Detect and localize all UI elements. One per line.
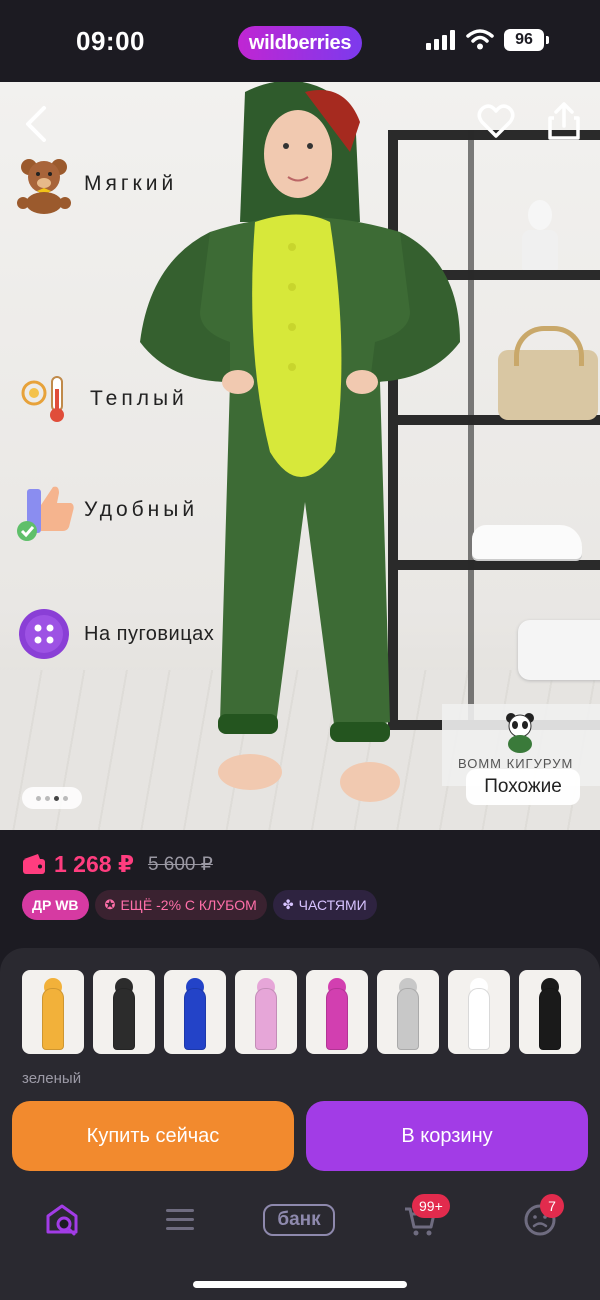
variant-figure-body [397,988,419,1050]
feature-soft: Мягкий [12,152,177,216]
club-discount-badge[interactable]: ✪ ЕЩЁ -2% С КЛУБОМ [94,890,267,920]
nav-search-icon[interactable] [42,1200,82,1240]
pagination-dot [36,795,41,801]
carousel-pagination [22,787,82,809]
color-variant-thumbnail[interactable] [93,970,155,1054]
heart-icon[interactable] [476,102,516,142]
wifi-icon [466,29,494,50]
feature-label: Мягкий [84,172,178,195]
installments-label: ЧАСТЯМИ [298,897,367,913]
pagination-dot-active [54,795,59,801]
home-indicator [193,1281,407,1288]
similar-button[interactable]: Похожие [466,769,580,805]
club-star-icon: ✪ [104,897,116,912]
color-variants-list [22,970,581,1054]
variant-figure-body [255,988,277,1050]
birthday-badge[interactable]: ДР WB [22,890,89,920]
bottom-navigation: банк [0,1190,600,1250]
color-variant-thumbnail[interactable] [448,970,510,1054]
color-variant-thumbnail[interactable] [306,970,368,1054]
variant-figure-body [468,988,490,1050]
status-time: 09:00 [76,26,145,56]
buy-now-button[interactable]: Купить сейчас [12,1101,294,1171]
feature-buttons: На пуговицах [12,602,214,666]
status-bar: 09:00 wildberries 96 [0,0,600,82]
feature-warm: Теплый [12,367,188,431]
product-photo-carousel[interactable]: Мягкий Теплый Удобный На пуговицах ВОММ … [0,82,600,830]
profile-count-badge: 7 [540,1194,564,1218]
bank-label: банк [263,1204,335,1236]
nav-catalog-menu-icon[interactable] [162,1200,198,1240]
cellular-signal-icon [426,30,455,50]
share-icon[interactable] [546,100,582,142]
feature-label: Удобный [84,498,199,521]
back-arrow-icon[interactable] [20,104,54,144]
selected-color-label: зеленый [22,1070,82,1087]
nav-bank[interactable]: банк [263,1200,335,1240]
color-variant-thumbnail[interactable] [22,970,84,1054]
variant-figure-body [113,988,135,1050]
installments-badge[interactable]: ✤ ЧАСТЯМИ [272,890,377,920]
battery-indicator: 96 [504,29,549,51]
cart-count-badge: 99+ [412,1194,450,1218]
variant-figure-body [539,988,561,1050]
pagination-dot [63,795,68,801]
old-price: 5 600 ₽ [147,853,213,875]
current-price: 1 268 ₽ [54,850,134,877]
color-variant-thumbnail[interactable] [164,970,226,1054]
color-variant-thumbnail[interactable] [519,970,581,1054]
wallet-icon [23,854,45,874]
price-row: 1 268 ₽ 5 600 ₽ [22,848,213,880]
pagination-dot [45,795,50,801]
variant-figure-body [184,988,206,1050]
promo-badges: ДР WB ✪ ЕЩЁ -2% С КЛУБОМ ✤ ЧАСТЯМИ [22,890,377,920]
thermometer-icon [12,367,76,431]
feature-comfortable: Удобный [12,478,198,542]
clover-icon: ✤ [282,897,294,912]
feature-label: На пуговицах [84,622,215,645]
add-to-cart-button[interactable]: В корзину [306,1101,588,1171]
feature-label: Теплый [90,387,188,410]
club-discount-label: ЕЩЁ -2% С КЛУБОМ [120,897,257,913]
teddy-bear-icon [12,152,76,216]
panda-icon [506,713,534,753]
button-icon [12,602,76,666]
thumbs-up-icon [12,478,76,542]
color-variant-thumbnail[interactable] [235,970,297,1054]
variant-figure-body [42,988,64,1050]
color-variant-thumbnail[interactable] [377,970,439,1054]
kigurumi-model-image [140,82,460,802]
variant-figure-body [326,988,348,1050]
wildberries-badge[interactable]: wildberries [238,26,362,60]
